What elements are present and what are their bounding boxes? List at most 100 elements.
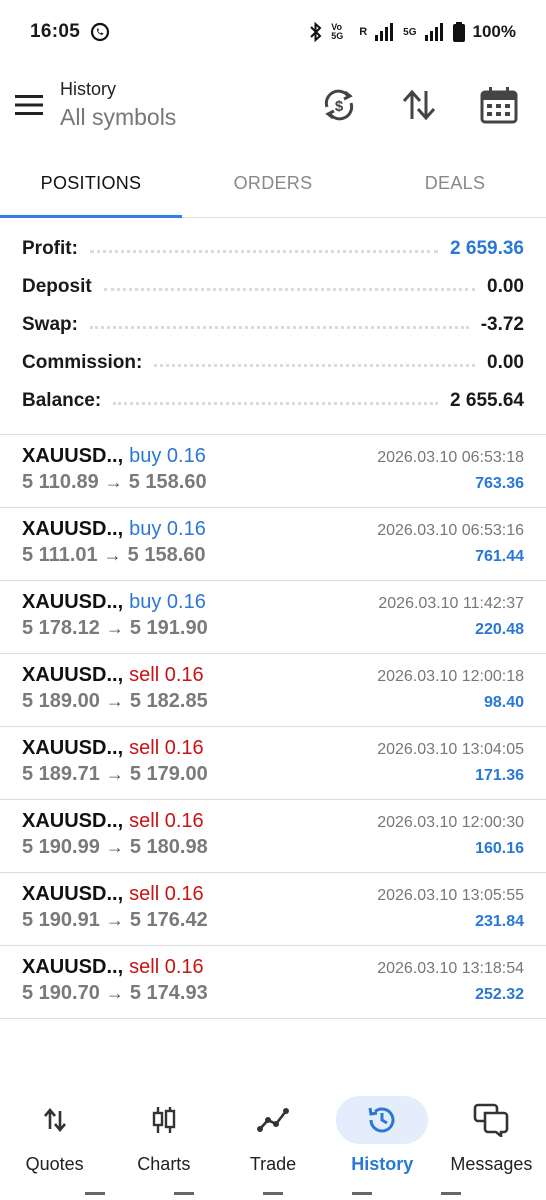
tab-orders[interactable]: ORDERS xyxy=(182,150,364,217)
battery-percent: 100% xyxy=(472,22,516,41)
close-price: 5 158.60 xyxy=(128,471,207,493)
sort-button[interactable] xyxy=(390,76,448,134)
open-price: 5 178.12 xyxy=(22,617,100,639)
position-symbol: XAUUSD.., xyxy=(22,591,124,613)
position-row[interactable]: XAUUSD.., sell 0.16 2026.03.10 13:04:05 5 … xyxy=(0,727,546,800)
signal-icon xyxy=(375,23,395,41)
close-price: 5 182.85 xyxy=(129,690,208,712)
position-time: 2026.03.10 06:53:16 xyxy=(377,522,524,539)
position-profit: 160.16 xyxy=(475,840,524,857)
position-time: 2026.03.10 13:05:55 xyxy=(377,887,524,904)
quotes-icon xyxy=(43,1107,66,1133)
signal-icon-2 xyxy=(424,23,445,41)
nav-trade[interactable]: Trade xyxy=(218,1092,327,1186)
position-side: buy 0.16 xyxy=(129,518,206,540)
position-symbol: XAUUSD.., xyxy=(22,956,124,978)
volte-icon: Vo 5G xyxy=(331,22,344,41)
close-price: 5 174.93 xyxy=(129,982,208,1004)
position-side: sell 0.16 xyxy=(129,810,204,832)
position-row[interactable]: XAUUSD.., sell 0.16 2026.03.10 12:00:18 5 … xyxy=(0,654,546,727)
position-side: buy 0.16 xyxy=(129,591,206,613)
whatsapp-icon xyxy=(90,22,110,42)
arrow-icon: → xyxy=(104,472,123,492)
nav-charts[interactable]: Charts xyxy=(109,1092,218,1186)
position-side: sell 0.16 xyxy=(129,664,204,686)
tab-bar: POSITIONS ORDERS DEALS xyxy=(0,150,546,218)
position-row[interactable]: XAUUSD.., sell 0.16 2026.03.10 12:00:30 5 … xyxy=(0,800,546,873)
symbol-filter: All symbols xyxy=(60,104,177,130)
summary-row-deposit: Deposit 0.00 xyxy=(22,268,524,306)
arrow-icon: → xyxy=(105,837,124,857)
position-symbol: XAUUSD.., xyxy=(22,737,124,759)
position-side: buy 0.16 xyxy=(129,445,206,467)
open-price: 5 110.89 xyxy=(22,471,99,493)
position-row[interactable]: XAUUSD.., buy 0.16 2026.03.10 06:53:16 5 1… xyxy=(0,508,546,581)
summary-row-swap: Swap: -3.72 xyxy=(22,306,524,344)
nav-history[interactable]: History xyxy=(328,1092,437,1186)
close-price: 5 179.00 xyxy=(129,763,208,785)
position-time: 2026.03.10 06:53:18 xyxy=(377,449,524,466)
nav-label: Quotes xyxy=(25,1154,84,1174)
arrow-icon: → xyxy=(105,910,124,930)
open-price: 5 111.01 xyxy=(22,544,98,566)
trade-line-icon xyxy=(257,1108,289,1132)
bluetooth-icon xyxy=(309,22,323,42)
status-time: 16:05 xyxy=(30,21,81,42)
position-time: 2026.03.10 13:04:05 xyxy=(377,741,524,758)
candlestick-icon xyxy=(152,1107,175,1133)
position-row[interactable]: XAUUSD.., sell 0.16 2026.03.10 13:18:54 5 … xyxy=(0,946,546,1019)
status-bar: 16:05 Vo 5G R 5G 100% xyxy=(0,0,546,64)
svg-text:$: $ xyxy=(335,98,344,115)
position-symbol: XAUUSD.., xyxy=(22,518,124,540)
position-profit: 231.84 xyxy=(475,913,524,930)
open-price: 5 190.99 xyxy=(22,836,100,858)
summary-value: 0.00 xyxy=(487,276,524,297)
position-symbol: XAUUSD.., xyxy=(22,664,124,686)
position-symbol: XAUUSD.., xyxy=(22,445,124,467)
summary-value: 0.00 xyxy=(487,352,524,373)
position-time: 2026.03.10 11:42:37 xyxy=(378,595,524,612)
position-row[interactable]: XAUUSD.., sell 0.16 2026.03.10 13:05:55 5 … xyxy=(0,873,546,946)
open-price: 5 190.91 xyxy=(22,909,100,931)
nav-label: Charts xyxy=(137,1154,191,1174)
position-profit: 763.36 xyxy=(475,475,524,492)
tab-positions[interactable]: POSITIONS xyxy=(0,150,182,218)
close-price: 5 191.90 xyxy=(129,617,208,639)
tab-deals[interactable]: DEALS xyxy=(364,150,546,217)
position-profit: 252.32 xyxy=(475,986,524,1003)
open-price: 5 189.00 xyxy=(22,690,100,712)
roaming-label: R xyxy=(359,26,368,38)
currency-sync-icon: $ xyxy=(324,89,354,121)
battery-icon xyxy=(452,22,465,42)
arrow-icon: → xyxy=(103,545,122,565)
summary-value: -3.72 xyxy=(480,314,524,335)
nav-messages[interactable]: Messages xyxy=(437,1092,546,1186)
bottom-nav: Quotes Charts Trade History Messages xyxy=(0,1092,546,1186)
open-price: 5 189.71 xyxy=(22,763,100,785)
header-titles[interactable]: History All symbols xyxy=(60,79,176,131)
dot-leader xyxy=(103,287,476,291)
calendar-button[interactable] xyxy=(470,76,528,134)
position-time: 2026.03.10 13:18:54 xyxy=(377,960,524,977)
sort-icon xyxy=(402,89,436,121)
arrow-icon: → xyxy=(105,983,124,1003)
messages-icon xyxy=(474,1103,509,1137)
nav-quotes[interactable]: Quotes xyxy=(0,1092,109,1186)
currency-sync-button[interactable]: $ xyxy=(310,76,368,134)
summary-label: Balance: xyxy=(22,390,102,411)
dot-leader xyxy=(154,363,476,367)
position-side: sell 0.16 xyxy=(129,956,204,978)
position-side: sell 0.16 xyxy=(129,883,204,905)
network-type: 5G xyxy=(403,26,417,38)
position-row[interactable]: XAUUSD.., buy 0.16 2026.03.10 11:42:37 5 1… xyxy=(0,581,546,654)
app-header: History All symbols $ xyxy=(0,70,546,140)
summary-label: Swap: xyxy=(22,314,78,335)
close-price: 5 176.42 xyxy=(129,909,208,931)
menu-button[interactable] xyxy=(0,75,60,135)
summary-label: Deposit xyxy=(22,276,92,297)
system-nav-peek xyxy=(0,1192,546,1200)
position-row[interactable]: XAUUSD.., buy 0.16 2026.03.10 06:53:18 5 1… xyxy=(0,435,546,508)
position-side: sell 0.16 xyxy=(129,737,204,759)
position-time: 2026.03.10 12:00:30 xyxy=(377,814,524,831)
summary-value: 2 655.64 xyxy=(450,390,524,411)
